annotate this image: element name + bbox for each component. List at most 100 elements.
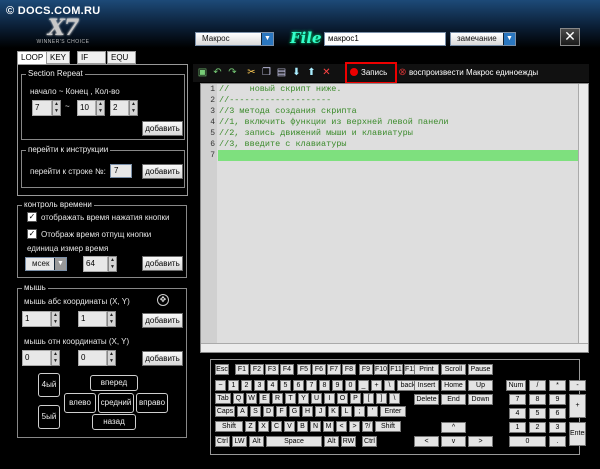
key[interactable]: Down: [468, 394, 493, 405]
key[interactable]: _: [358, 380, 369, 391]
code-line[interactable]: //2, запись движений мыши и клавиатуры: [219, 128, 578, 139]
key[interactable]: F4: [280, 364, 294, 375]
key[interactable]: ;: [354, 406, 365, 417]
key[interactable]: ]: [376, 393, 387, 404]
show-release-time-checkbox[interactable]: ✓: [27, 229, 37, 239]
key[interactable]: -: [569, 380, 586, 391]
key[interactable]: T: [285, 393, 296, 404]
key[interactable]: Print: [414, 364, 439, 375]
key[interactable]: U: [311, 393, 322, 404]
code-line[interactable]: //3 метода создания скрипта: [219, 106, 578, 117]
show-press-time-checkbox[interactable]: ✓: [27, 212, 37, 222]
cut-icon[interactable]: ✂: [245, 66, 258, 79]
chevron-down-icon[interactable]: ▼: [54, 258, 66, 270]
key[interactable]: Shift: [375, 421, 401, 432]
key[interactable]: Enter: [380, 406, 406, 417]
key[interactable]: Q: [233, 393, 244, 404]
redo-icon[interactable]: ↷: [226, 66, 239, 79]
abs-y-spinner[interactable]: 1 ▲ ▼: [78, 311, 116, 327]
key[interactable]: 1: [228, 380, 239, 391]
move-up-icon[interactable]: ⬆: [305, 66, 318, 79]
key[interactable]: +: [371, 380, 382, 391]
key[interactable]: M: [323, 421, 334, 432]
mode-select[interactable]: Макрос ▼: [195, 32, 274, 46]
key[interactable]: Home: [441, 380, 466, 391]
code-line[interactable]: [219, 150, 578, 161]
close-button[interactable]: ✕: [560, 28, 580, 46]
key[interactable]: E: [259, 393, 270, 404]
chevron-down-icon[interactable]: ▼: [503, 33, 515, 45]
key[interactable]: Shift: [215, 421, 243, 432]
key[interactable]: Num: [506, 380, 526, 391]
start-spinner[interactable]: 7 ▲ ▼: [32, 100, 61, 116]
key[interactable]: RW: [341, 436, 356, 447]
time-value[interactable]: 64: [83, 256, 108, 272]
rel-x-value[interactable]: 0: [22, 350, 51, 366]
key[interactable]: 7: [509, 394, 526, 405]
move-down-icon[interactable]: ⬇: [290, 66, 303, 79]
code-line[interactable]: //1, включить функции из верхней левой п…: [219, 117, 578, 128]
add-repeat-button[interactable]: добавить: [142, 121, 183, 136]
note-select[interactable]: замечание ▼: [450, 32, 516, 46]
file-name-input[interactable]: макрос1: [324, 32, 446, 46]
key[interactable]: >: [468, 436, 493, 447]
tab-equ[interactable]: EQU: [107, 51, 136, 64]
key[interactable]: A: [237, 406, 248, 417]
mouse-forward-button[interactable]: вперед: [90, 375, 138, 391]
play-once-button[interactable]: воспроизвести Макрос единоежды: [409, 68, 538, 77]
chevron-down-icon[interactable]: ▼: [261, 33, 273, 45]
delete-icon[interactable]: ✕: [320, 66, 333, 79]
key[interactable]: LW: [232, 436, 247, 447]
tab-key[interactable]: KEY: [46, 51, 71, 64]
key[interactable]: Enter: [569, 422, 586, 446]
mouse-right-button[interactable]: вправо: [136, 393, 168, 413]
abs-y-value[interactable]: 1: [78, 311, 107, 327]
key[interactable]: <: [336, 421, 347, 432]
tab-loop[interactable]: LOOP: [17, 51, 48, 65]
key[interactable]: 6: [549, 408, 566, 419]
key[interactable]: Esc: [215, 364, 229, 375]
key[interactable]: .: [549, 436, 566, 447]
key[interactable]: F6: [312, 364, 326, 375]
key[interactable]: ~: [215, 380, 226, 391]
key[interactable]: X: [258, 421, 269, 432]
key[interactable]: 0: [345, 380, 356, 391]
key[interactable]: 5: [280, 380, 291, 391]
mouse-back-button[interactable]: назад: [92, 414, 136, 430]
tab-if[interactable]: IF: [77, 51, 106, 64]
key[interactable]: Tab: [215, 393, 231, 404]
key[interactable]: 4: [509, 408, 526, 419]
key[interactable]: \: [384, 380, 395, 391]
code-line[interactable]: //3, введите с клавиатуры: [219, 139, 578, 150]
key[interactable]: +: [569, 394, 586, 418]
key[interactable]: F10: [374, 364, 388, 375]
key[interactable]: ': [367, 406, 378, 417]
key[interactable]: Delete: [414, 394, 439, 405]
key[interactable]: *: [549, 380, 566, 391]
key[interactable]: >: [349, 421, 360, 432]
time-value-spinner[interactable]: 64 ▲ ▼: [83, 256, 117, 272]
start-value[interactable]: 7: [32, 100, 52, 116]
abs-x-value[interactable]: 1: [22, 311, 51, 327]
save-icon[interactable]: ▣: [196, 66, 209, 79]
key[interactable]: B: [297, 421, 308, 432]
key[interactable]: <: [414, 436, 439, 447]
key[interactable]: C: [271, 421, 282, 432]
add-goto-button[interactable]: добавить: [142, 164, 183, 179]
key[interactable]: F1: [235, 364, 249, 375]
key[interactable]: H: [302, 406, 313, 417]
count-spinner[interactable]: 2 ▲ ▼: [110, 100, 138, 116]
undo-icon[interactable]: ↶: [211, 66, 224, 79]
mouse-middle-button[interactable]: средний: [98, 393, 134, 413]
paste-icon[interactable]: ▤: [275, 66, 288, 79]
key[interactable]: F9: [359, 364, 373, 375]
mouse-button-5[interactable]: 5ый: [38, 405, 60, 429]
key[interactable]: 1: [509, 422, 526, 433]
key[interactable]: 9: [549, 394, 566, 405]
key[interactable]: G: [289, 406, 300, 417]
key[interactable]: I: [324, 393, 335, 404]
key[interactable]: \: [389, 393, 400, 404]
key[interactable]: F5: [297, 364, 311, 375]
key[interactable]: Scroll: [441, 364, 466, 375]
key[interactable]: 2: [241, 380, 252, 391]
